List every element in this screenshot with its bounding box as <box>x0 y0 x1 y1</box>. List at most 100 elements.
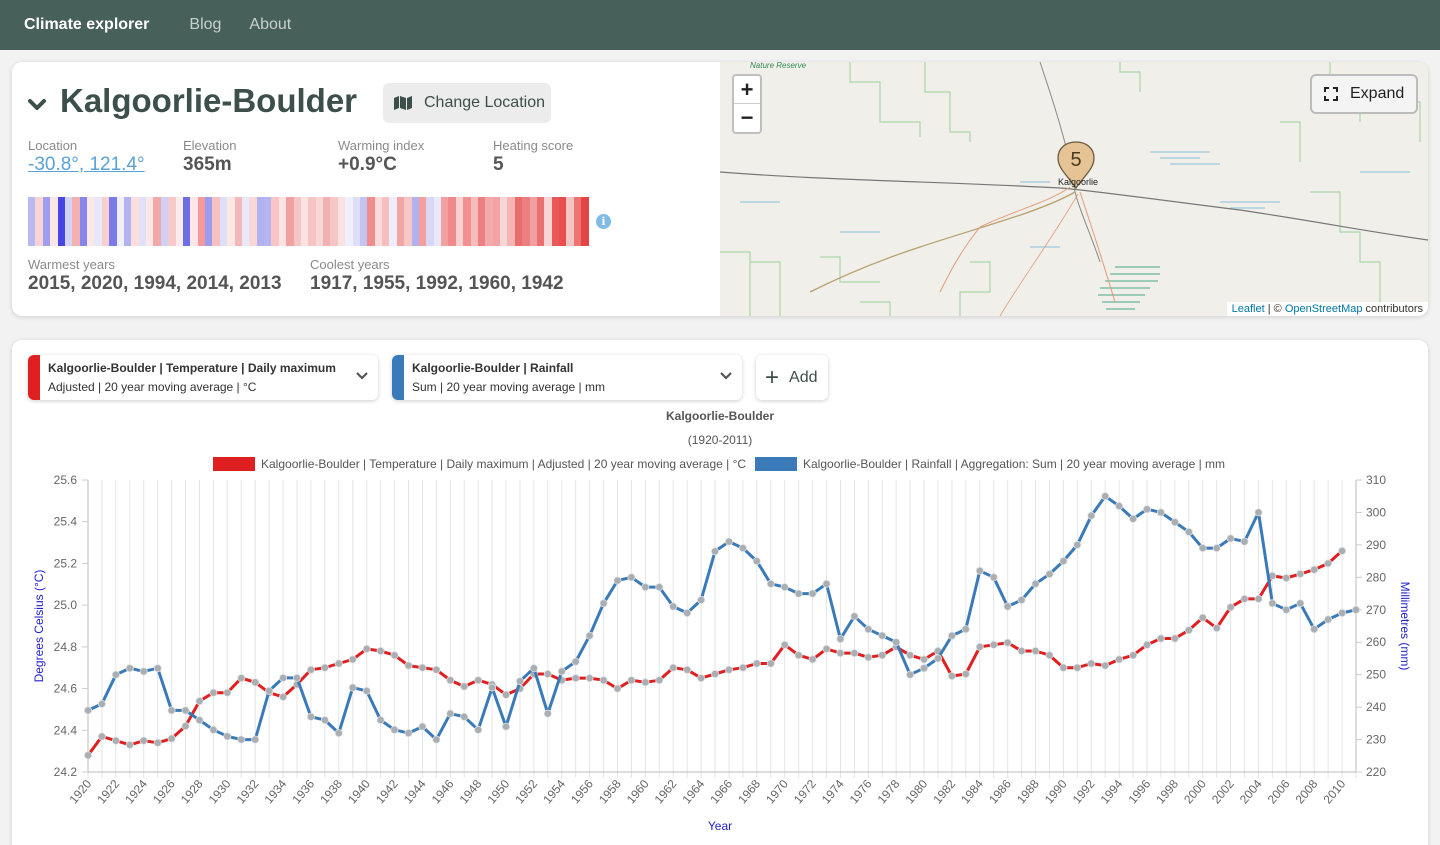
rainfall-data-point <box>334 729 343 738</box>
rainfall-data-point <box>404 729 413 738</box>
rainfall-data-point <box>265 686 274 695</box>
x-tick-label: 2002 <box>1209 777 1237 807</box>
rainfall-data-point <box>167 706 176 715</box>
temperature-data-point <box>1310 565 1319 574</box>
warming-stripe <box>500 197 508 246</box>
x-tick-label: 1942 <box>373 777 401 807</box>
brand-link[interactable]: Climate explorer <box>24 16 149 34</box>
rainfall-data-point <box>153 664 162 673</box>
temperature-data-point <box>390 651 399 660</box>
zoom-in-button[interactable]: + <box>734 76 760 104</box>
warming-stripe <box>241 197 250 246</box>
temperature-data-point <box>1282 573 1291 582</box>
warming-stripe <box>197 197 205 246</box>
temperature-data-point <box>850 649 859 658</box>
x-tick-label: 2008 <box>1293 777 1321 807</box>
stat-heating-label: Heating score <box>493 138 574 153</box>
temperature-data-point <box>947 672 956 681</box>
temperature-data-point <box>1254 594 1263 603</box>
warming-stripe <box>455 197 464 246</box>
rainfall-data-point <box>850 612 859 621</box>
temperature-data-point <box>376 646 385 655</box>
x-tick-label: 1948 <box>457 777 485 807</box>
temperature-data-point <box>334 659 343 668</box>
legend-swatch-rainfall <box>755 457 797 471</box>
x-tick-label: 1960 <box>624 777 652 807</box>
x-tick-label: 1984 <box>958 777 986 807</box>
rainfall-data-point <box>292 673 301 682</box>
nav-about-link[interactable]: About <box>249 16 291 34</box>
coordinates-link[interactable]: -30.8°, 121.4° <box>28 154 145 176</box>
y-right-tick-label: 290 <box>1366 538 1386 552</box>
warming-stripe <box>182 197 191 246</box>
warming-stripe <box>264 197 272 246</box>
stat-location-label: Location <box>28 138 78 153</box>
chevron-down-icon[interactable] <box>26 94 48 116</box>
expand-icon <box>1324 87 1338 101</box>
x-tick-label: 1988 <box>1014 777 1042 807</box>
warming-stripe <box>212 197 220 246</box>
y-left-tick-label: 25.4 <box>54 515 78 529</box>
temperature-data-point <box>961 669 970 678</box>
nav-blog-link[interactable]: Blog <box>189 16 221 34</box>
temperature-data-point <box>1143 640 1152 649</box>
rainfall-data-point <box>320 716 329 725</box>
chart-subtitle: (1920-2011) <box>688 433 753 447</box>
rainfall-data-point <box>780 583 789 592</box>
x-tick-label: 1932 <box>234 777 262 807</box>
expand-map-button[interactable]: Expand <box>1310 74 1418 114</box>
info-icon[interactable]: i <box>596 214 611 229</box>
rainfall-data-point <box>418 722 427 731</box>
temperature-data-point <box>223 688 232 697</box>
rainfall-data-point <box>1212 544 1221 553</box>
rainfall-data-point <box>1045 570 1054 579</box>
y-left-tick-label: 25.2 <box>54 556 78 570</box>
temperature-data-point <box>1226 603 1235 612</box>
temperature-data-point <box>641 678 650 687</box>
warming-stripe <box>323 197 331 246</box>
top-navbar: Climate explorer Blog About <box>0 0 1440 50</box>
warming-stripe <box>330 197 338 246</box>
coolest-years-value: 1917, 1955, 1992, 1960, 1942 <box>310 273 564 294</box>
leaflet-link[interactable]: Leaflet <box>1232 303 1265 315</box>
x-tick-label: 2000 <box>1181 777 1209 807</box>
rainfall-data-point <box>892 638 901 647</box>
osm-link[interactable]: OpenStreetMap <box>1285 303 1363 315</box>
rainfall-data-point <box>181 706 190 715</box>
x-tick-label: 1936 <box>289 777 317 807</box>
rainfall-data-point <box>1296 599 1305 608</box>
x-tick-label: 1982 <box>930 777 958 807</box>
warmest-years-value: 2015, 2020, 1994, 2014, 2013 <box>28 273 282 294</box>
rainfall-data-point <box>139 667 148 676</box>
warming-stripe <box>94 197 102 246</box>
rainfall-data-point <box>390 725 399 734</box>
x-tick-label: 2006 <box>1265 777 1293 807</box>
warming-stripe <box>286 197 294 246</box>
expand-label: Expand <box>1350 85 1405 102</box>
rainfall-data-point <box>1282 605 1291 614</box>
rainfall-data-point <box>975 566 984 575</box>
temperature-data-point <box>1017 646 1026 655</box>
rainfall-data-point <box>1087 511 1096 520</box>
temperature-data-point <box>1031 646 1040 655</box>
temperature-data-point <box>320 663 329 672</box>
change-location-button[interactable]: Change Location <box>383 83 551 123</box>
zoom-out-button[interactable]: − <box>734 104 760 132</box>
temperature-data-point <box>836 649 845 658</box>
temperature-data-point <box>1087 659 1096 668</box>
x-tick-label: 1946 <box>429 777 457 807</box>
rainfall-data-point <box>306 712 315 721</box>
x-tick-label: 1990 <box>1042 777 1070 807</box>
warming-stripe <box>109 197 117 246</box>
temperature-data-point <box>1184 626 1193 635</box>
warming-stripe <box>463 197 471 246</box>
map-attribution: Leaflet | © OpenStreetMap contributors <box>1226 302 1428 316</box>
location-map[interactable]: Nature Reserve 5 Kalgoorlie + − Expand L… <box>720 62 1428 316</box>
zoom-control: + − <box>732 74 762 134</box>
rainfall-data-point <box>585 631 594 640</box>
temperature-data-point <box>153 738 162 747</box>
x-tick-label: 1938 <box>317 777 345 807</box>
legend-label-rainfall: Kalgoorlie-Boulder | Rainfall | Aggregat… <box>803 457 1225 471</box>
temperature-data-point <box>683 665 692 674</box>
rainfall-data-point <box>920 664 929 673</box>
